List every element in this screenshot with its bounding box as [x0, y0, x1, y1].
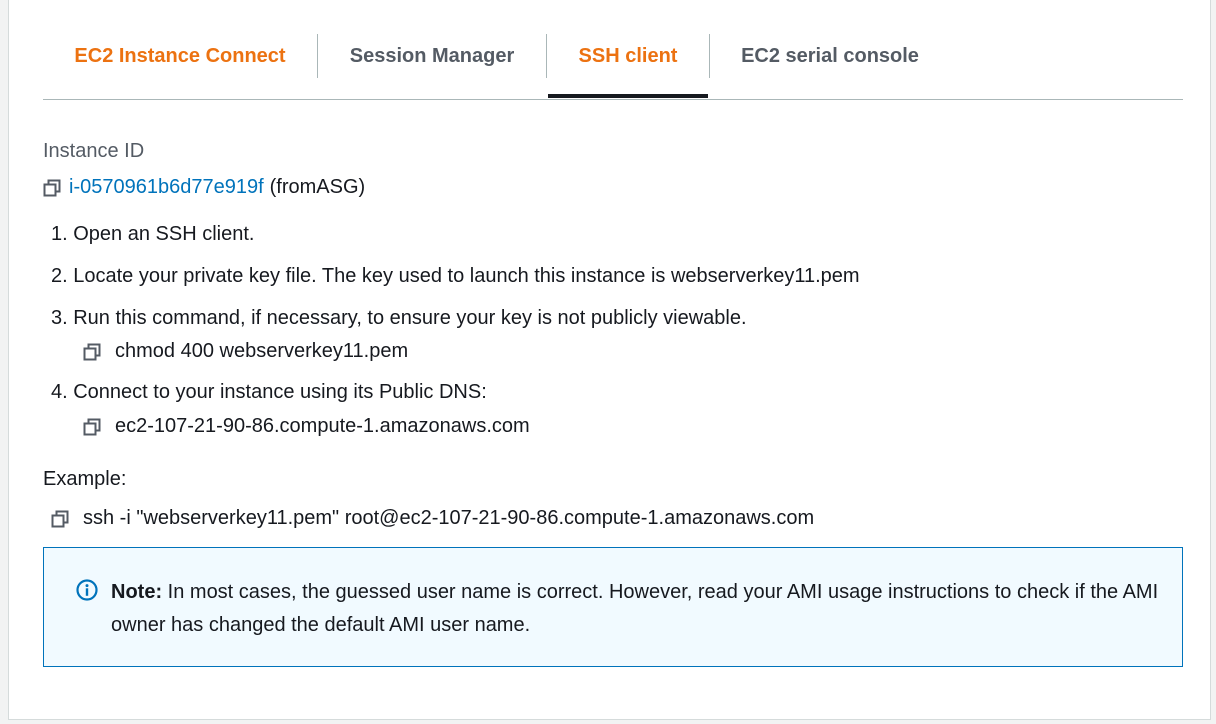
step-3: 3. Run this command, if necessary, to en…	[51, 307, 747, 330]
copy-icon[interactable]	[83, 418, 101, 436]
step-4: 4. Connect to your instance using its Pu…	[51, 381, 487, 404]
instance-id-row: i-0570961b6d77e919f (fromASG)	[43, 176, 365, 199]
active-tab-indicator	[548, 94, 708, 98]
instance-name: (fromASG)	[269, 176, 366, 198]
tab-ssh-client[interactable]: SSH client	[547, 34, 709, 78]
connect-panel: EC2 Instance Connect Session Manager SSH…	[8, 0, 1211, 720]
example-label-text: Example:	[43, 468, 127, 490]
tab-session-manager[interactable]: Session Manager	[318, 34, 546, 78]
instance-id-link[interactable]: i-0570961b6d77e919f	[69, 176, 264, 199]
note-alert: Note: In most cases, the guessed user na…	[43, 547, 1183, 667]
copy-icon[interactable]	[83, 343, 101, 361]
note-body: In most cases, the guessed user name is …	[111, 581, 1159, 636]
note-title: Note:	[111, 581, 163, 603]
chmod-command-row: chmod 400 webserverkey11.pem	[83, 340, 408, 363]
step-text: 1. Open an SSH client.	[51, 223, 255, 245]
tab-bar: EC2 Instance Connect Session Manager SSH…	[43, 0, 1183, 100]
copy-icon[interactable]	[51, 510, 69, 528]
note-message: Note: In most cases, the guessed user na…	[111, 576, 1161, 642]
example-command: ssh -i "webserverkey11.pem" root@ec2-107…	[83, 507, 815, 529]
step-text: 4. Connect to your instance using its Pu…	[51, 381, 487, 403]
step-1: 1. Open an SSH client.	[51, 223, 254, 246]
step-text: 2. Locate your private key file. The key…	[51, 265, 860, 287]
info-icon	[76, 579, 98, 601]
public-dns-row: ec2-107-21-90-86.compute-1.amazonaws.com	[83, 415, 530, 438]
copy-icon[interactable]	[43, 179, 61, 197]
step-text: 3. Run this command, if necessary, to en…	[51, 307, 747, 329]
public-dns: ec2-107-21-90-86.compute-1.amazonaws.com	[115, 415, 530, 437]
example-label: Example:	[43, 468, 126, 491]
instance-id-label: Instance ID	[43, 140, 145, 162]
tab-ec2-instance-connect[interactable]: EC2 Instance Connect	[43, 34, 317, 78]
step-2: 2. Locate your private key file. The key…	[51, 265, 860, 288]
tab-ec2-serial-console[interactable]: EC2 serial console	[710, 34, 950, 78]
chmod-command: chmod 400 webserverkey11.pem	[115, 340, 409, 362]
example-command-row: ssh -i "webserverkey11.pem" root@ec2-107…	[51, 507, 814, 530]
